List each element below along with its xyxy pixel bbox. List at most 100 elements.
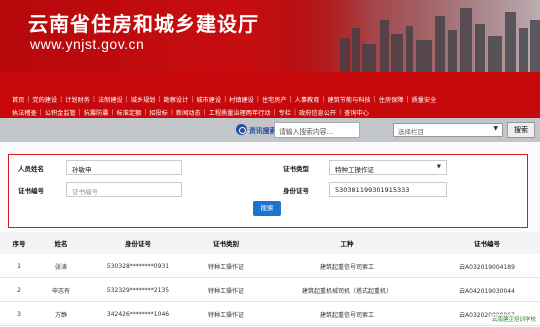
id-number-label: 身份证号: [283, 187, 309, 195]
chevron-down-icon: ▼: [436, 164, 441, 170]
nav-item[interactable]: 计划财务: [65, 95, 90, 104]
nav-separator: |: [191, 96, 194, 103]
column-header: 序号: [12, 240, 26, 248]
site-search-category-select[interactable]: 选择栏目 ▼: [393, 123, 503, 137]
nav-row-1: 首页 | 党的建设 | 计划财务 | 法制建设 | 城乡规划 | 勘察设计 | 城市建设 | 村镇建设 | 住宅…: [12, 94, 530, 105]
cert-type-value: 特种工操作证: [335, 166, 374, 174]
nav-item[interactable]: 专栏: [279, 108, 291, 117]
nav-item[interactable]: 工程质量治理两年行动: [209, 108, 271, 117]
column-header: 姓名: [54, 240, 68, 248]
site-banner: 云南省住房和城乡建设厅 www.ynjst.gov.cn: [0, 0, 540, 72]
chevron-down-icon: ▼: [493, 125, 498, 132]
cert-category: 特种工操作证: [207, 311, 244, 319]
city-skyline-image: [280, 0, 540, 72]
nav-item[interactable]: 城市建设: [196, 95, 221, 104]
row-index: 2: [17, 286, 21, 294]
site-search-category-value: 选择栏目: [398, 128, 424, 136]
nav-item[interactable]: 政府信息公开: [299, 108, 336, 117]
id-number: 530328********0931: [106, 262, 170, 270]
nav-item[interactable]: 住宅房产: [262, 95, 287, 104]
job-type: 建筑起重信号司索工: [319, 263, 374, 271]
cert-category: 特种工操作证: [207, 263, 244, 271]
cert-type-select[interactable]: 特种工操作证 ▼: [329, 160, 447, 175]
nav-item[interactable]: 党的建设: [32, 95, 57, 104]
cert-category: 特种工操作证: [207, 287, 244, 295]
nav-item[interactable]: 人事教育: [295, 95, 320, 104]
column-header: 证书类别: [213, 240, 239, 248]
nav-item[interactable]: 建筑节能与科技: [327, 95, 370, 104]
site-search-bar: 资讯搜索 请输入搜索内容... 选择栏目 ▼ 搜索: [0, 118, 540, 142]
column-header: 工种: [340, 240, 354, 248]
nav-item[interactable]: 执法稽查: [12, 108, 37, 117]
nav-item[interactable]: 城乡规划: [131, 95, 156, 104]
nav-item[interactable]: 新闻动态: [176, 108, 201, 117]
row-index: 1: [17, 262, 21, 270]
nav-separator: |: [170, 109, 173, 116]
nav-separator: |: [158, 96, 161, 103]
table-row[interactable]: 3 方静 342426********1046 特种工操作证 建筑起重信号司索工…: [0, 303, 540, 326]
nav-item[interactable]: 首页: [12, 95, 24, 104]
id-number-field[interactable]: 530381199301915333: [329, 182, 447, 197]
nav-row-2: 执法稽查 | 公积金监管 | 抗震防震 | 标准定额 | 招投标 | 新闻动态 | 工程质量治理两年行动…: [12, 107, 530, 118]
person-name: 张涛: [54, 263, 67, 271]
id-number: 532329********2135: [106, 286, 170, 294]
job-type: 建筑起重信号司索工: [319, 311, 374, 319]
id-number: 342426********1046: [106, 310, 170, 318]
main-nav: 首页 | 党的建设 | 计划财务 | 法制建设 | 城乡规划 | 勘察设计 | 城市建设 | 村镇建设 | 住宅…: [0, 72, 540, 118]
nav-item[interactable]: 抗震防震: [84, 108, 109, 117]
nav-separator: |: [339, 109, 342, 116]
watermark-text: 云南建企培训学校: [489, 314, 538, 324]
nav-item[interactable]: 招投标: [149, 108, 168, 117]
query-form: 人员姓名 孙敏申 证书类型 特种工操作证 ▼ 证书编号 证书编号 身份证号 53…: [8, 154, 528, 228]
nav-item[interactable]: 住房保障: [379, 95, 404, 104]
site-search-button[interactable]: 搜索: [507, 122, 535, 138]
nav-separator: |: [224, 96, 227, 103]
site-search-input[interactable]: 请输入搜索内容...: [274, 122, 360, 138]
nav-item[interactable]: 勘察设计: [164, 95, 189, 104]
name-label: 人员姓名: [18, 165, 44, 173]
nav-separator: |: [27, 96, 30, 103]
cert-number: 云A032019004189: [459, 263, 515, 271]
nav-separator: |: [92, 96, 95, 103]
site-url: www.ynjst.gov.cn: [30, 36, 145, 52]
nav-separator: |: [256, 96, 259, 103]
name-field[interactable]: 孙敏申: [66, 160, 182, 175]
table-header: 序号 姓名 身份证号 证书类别 工种 证书编号: [0, 232, 540, 254]
nav-separator: |: [111, 109, 114, 116]
nav-item[interactable]: 标准定额: [117, 108, 142, 117]
nav-item[interactable]: 公积金监管: [45, 108, 76, 117]
site-title: 云南省住房和城乡建设厅: [28, 12, 259, 36]
nav-separator: |: [144, 109, 147, 116]
column-header: 身份证号: [125, 240, 151, 248]
site-search-label: 资讯搜索: [249, 127, 277, 135]
nav-separator: |: [125, 96, 128, 103]
nav-separator: |: [322, 96, 325, 103]
nav-item[interactable]: 村镇建设: [229, 95, 254, 104]
query-search-button[interactable]: 搜索: [253, 201, 281, 216]
query-area: 人员姓名 孙敏申 证书类型 特种工操作证 ▼ 证书编号 证书编号 身份证号 53…: [0, 142, 540, 232]
search-icon: [236, 124, 247, 135]
cert-no-field[interactable]: 证书编号: [66, 182, 182, 197]
nav-separator: |: [273, 109, 276, 116]
cert-type-label: 证书类型: [283, 165, 309, 173]
page: 云南省住房和城乡建设厅 www.ynjst.gov.cn 首页 | 党的建设 |…: [0, 0, 540, 327]
nav-separator: |: [203, 109, 206, 116]
nav-separator: |: [373, 96, 376, 103]
nav-separator: |: [60, 96, 63, 103]
nav-item[interactable]: 质量安全: [412, 95, 437, 104]
nav-separator: |: [293, 109, 296, 116]
nav-separator: |: [39, 109, 42, 116]
nav-separator: |: [78, 109, 81, 116]
nav-item[interactable]: 法制建设: [98, 95, 123, 104]
table-row[interactable]: 1 张涛 530328********0931 特种工操作证 建筑起重信号司索工…: [0, 255, 540, 278]
nav-separator: |: [289, 96, 292, 103]
nav-separator: |: [406, 96, 409, 103]
results-table: 序号 姓名 身份证号 证书类别 工种 证书编号 1 张涛 530328*****…: [0, 232, 540, 327]
table-row[interactable]: 2 申志有 532329********2135 特种工操作证 建筑起重机械司机…: [0, 279, 540, 302]
person-name: 申志有: [51, 287, 70, 295]
job-type: 建筑起重机械司机（塔式起重机）: [301, 287, 392, 295]
person-name: 方静: [54, 311, 67, 319]
row-index: 3: [17, 310, 21, 318]
column-header: 证书编号: [474, 240, 500, 248]
nav-item[interactable]: 查询中心: [344, 108, 369, 117]
